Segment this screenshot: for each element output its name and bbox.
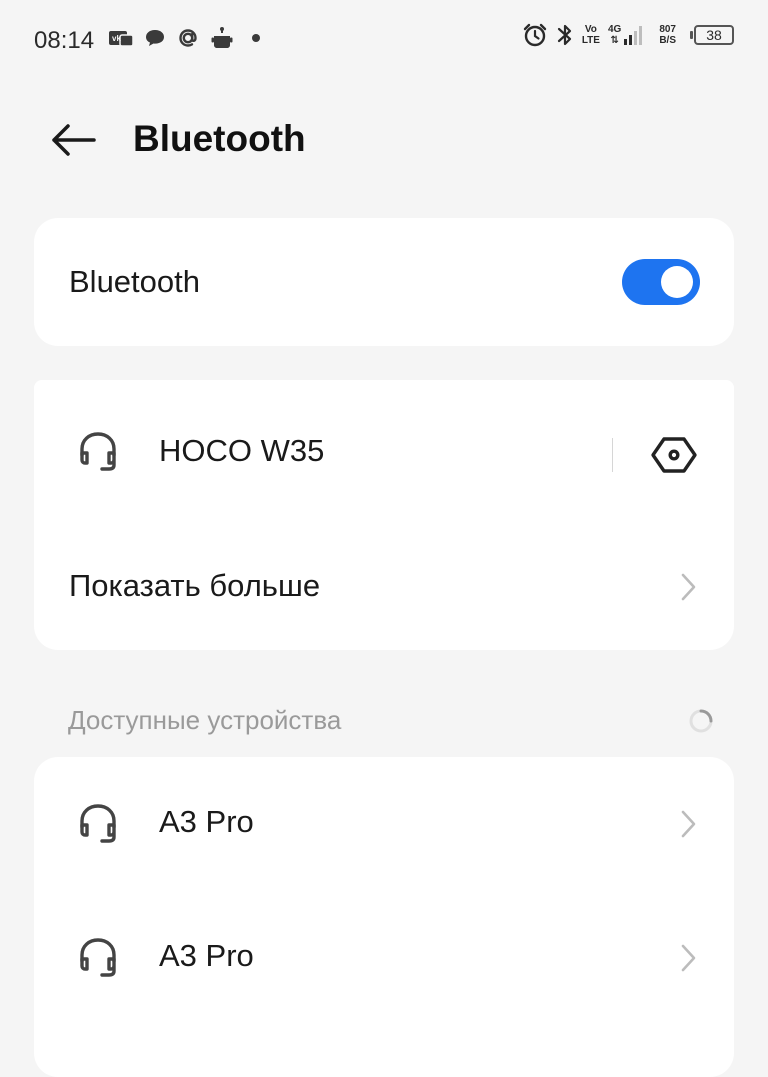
headset-icon [80,432,116,471]
show-more-row[interactable]: Показать больше [34,520,734,652]
bluetooth-toggle-label: Bluetooth [69,264,200,299]
back-arrow-icon [52,124,96,156]
device-name: HOCO W35 [159,433,325,468]
paired-devices-card: HOCO W35 Показать больше [34,380,734,650]
robot-icon [211,27,233,48]
headset-icon [80,804,116,843]
volte-indicator: Vo LTE [581,24,600,46]
system-status: Vo LTE 4G ⇅ 807 B/S 38 [522,22,734,48]
bluetooth-toggle-card: Bluetooth [34,218,734,346]
device-settings-button[interactable] [650,431,698,479]
available-device-row[interactable]: A3 Pro [34,891,734,1023]
network-type-label: 4G [607,24,622,35]
headset-icon [80,938,116,977]
battery-level: 38 [706,27,722,43]
bluetooth-icon [557,24,571,46]
battery-icon: 38 [690,25,734,45]
net-speed: 807 B/S [659,24,676,46]
settings-hexagon-icon [651,437,697,473]
alarm-icon [523,23,547,47]
app-bar: Bluetooth [0,100,768,180]
device-name: A3 Pro [159,938,254,973]
mobile-data-indicator: 4G ⇅ [608,24,645,46]
back-button[interactable] [44,112,100,168]
at-icon [179,29,197,47]
device-name: A3 Pro [159,804,254,839]
chevron-right-icon [681,573,696,601]
switch-knob [661,266,693,298]
data-arrows-icon: ⇅ [610,35,619,46]
svg-text:vk: vk [112,34,121,43]
dot-icon [252,34,260,42]
loading-spinner-icon [689,709,713,733]
chat-icon [146,30,164,46]
signal-icon [624,26,643,45]
chevron-right-icon [681,944,696,972]
status-bar: 08:14 vk Vo LTE 4G ⇅ 807 B/S 38 [0,0,768,80]
notification-icons: vk [108,26,268,50]
show-more-label: Показать больше [69,568,321,603]
available-devices-card: A3 Pro A3 Pro [34,757,734,1077]
available-devices-header: Доступные устройства [68,705,342,735]
paired-device-row[interactable]: HOCO W35 [34,387,734,519]
page-title: Bluetooth [133,118,306,159]
bluetooth-switch[interactable] [622,259,700,305]
vk-icon: vk [109,31,134,47]
available-device-row[interactable]: A3 Pro [34,757,734,889]
row-divider [612,438,613,472]
status-time: 08:14 [34,27,95,54]
chevron-right-icon [681,810,696,838]
